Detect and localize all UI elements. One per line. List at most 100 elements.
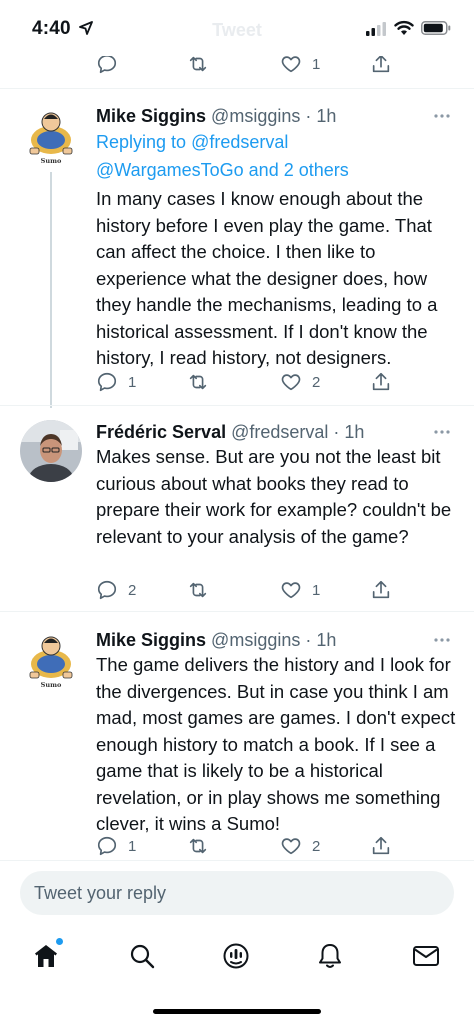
reply-icon bbox=[97, 836, 117, 856]
more-options-icon[interactable] bbox=[432, 630, 452, 650]
thread-line bbox=[50, 172, 52, 408]
tweet-text: Makes sense. But are you not the least b… bbox=[96, 446, 452, 547]
like-count: 1 bbox=[312, 581, 321, 599]
avatar[interactable] bbox=[20, 420, 82, 482]
tweet-actions: 1 2 bbox=[96, 370, 396, 394]
cellular-signal-icon bbox=[366, 22, 386, 36]
tweet-actions: 1 2 bbox=[96, 834, 396, 858]
replying-user-link[interactable]: @fredserval bbox=[191, 132, 288, 152]
tab-spaces[interactable] bbox=[216, 936, 256, 976]
notifications-icon bbox=[319, 944, 341, 968]
replying-to: Replying to @fredserval @WargamesToGo an… bbox=[96, 128, 349, 184]
tab-search[interactable] bbox=[122, 936, 162, 976]
retweet-icon bbox=[189, 838, 207, 854]
battery-icon bbox=[421, 21, 451, 35]
heart-icon bbox=[281, 374, 301, 391]
tab-messages[interactable] bbox=[406, 936, 446, 976]
tweet[interactable]: Sumo Mike Siggins @msiggins · 1h The gam… bbox=[0, 628, 474, 863]
status-bar: 4:40 Tweet bbox=[0, 0, 474, 56]
sumo-avatar-image: Sumo bbox=[20, 104, 82, 166]
heart-icon bbox=[281, 582, 301, 599]
share-button[interactable] bbox=[370, 834, 392, 858]
avatar-caption: Sumo bbox=[41, 157, 62, 165]
tweet-header: Mike Siggins @msiggins · 1h bbox=[96, 628, 336, 652]
timestamp: 1h bbox=[316, 106, 337, 126]
tweet[interactable]: Sumo Mike Siggins @msiggins · 1h Replyin… bbox=[0, 104, 474, 408]
prior-tweet-actions: 1 bbox=[0, 52, 474, 82]
user-handle[interactable]: @fredserval bbox=[231, 422, 328, 442]
separator-dot: · bbox=[328, 422, 345, 442]
home-icon bbox=[35, 945, 57, 967]
messages-icon bbox=[413, 946, 439, 966]
reply-button[interactable]: 2 bbox=[96, 578, 136, 602]
retweet-button[interactable] bbox=[186, 370, 210, 394]
more-options-icon[interactable] bbox=[432, 422, 452, 442]
share-button[interactable] bbox=[370, 578, 392, 602]
retweet-button[interactable] bbox=[186, 834, 210, 858]
more-options-icon[interactable] bbox=[432, 106, 452, 126]
reply-button[interactable]: 1 bbox=[96, 370, 136, 394]
tweet[interactable]: Frédéric Serval @fredserval · 1h Makes s… bbox=[0, 420, 474, 610]
avatar[interactable]: Sumo bbox=[20, 628, 82, 690]
avatar[interactable]: Sumo bbox=[20, 104, 82, 166]
replying-user2-link[interactable]: @WargamesToGo bbox=[96, 160, 244, 180]
reply-count: 1 bbox=[128, 373, 137, 391]
heart-icon bbox=[281, 838, 301, 855]
like-count: 2 bbox=[312, 837, 321, 855]
sumo-avatar-image: Sumo bbox=[20, 628, 82, 690]
divider bbox=[0, 88, 474, 89]
reply-icon bbox=[97, 580, 117, 600]
home-indicator bbox=[153, 1009, 321, 1014]
retweet-icon bbox=[189, 374, 207, 390]
reply-button[interactable]: 1 bbox=[96, 834, 136, 858]
share-icon bbox=[372, 580, 390, 599]
share-icon bbox=[372, 372, 390, 391]
spaces-icon bbox=[223, 943, 249, 969]
share-icon bbox=[372, 54, 390, 73]
reply-input[interactable]: Tweet your reply bbox=[20, 871, 454, 915]
replying-prefix: Replying to bbox=[96, 132, 187, 152]
retweet-icon bbox=[189, 582, 207, 598]
user-handle[interactable]: @msiggins bbox=[211, 630, 300, 650]
reply-count: 1 bbox=[128, 837, 137, 855]
tab-home[interactable] bbox=[26, 936, 66, 976]
notification-dot bbox=[56, 938, 63, 945]
avatar-caption: Sumo bbox=[41, 681, 62, 689]
tweet-header: Frédéric Serval @fredserval · 1h bbox=[96, 420, 364, 444]
reply-placeholder: Tweet your reply bbox=[34, 883, 167, 903]
tab-notifications[interactable] bbox=[310, 936, 350, 976]
divider bbox=[0, 405, 474, 406]
separator-dot: · bbox=[300, 106, 317, 126]
user-handle[interactable]: @msiggins bbox=[211, 106, 300, 126]
reply-icon bbox=[97, 54, 117, 74]
timestamp: 1h bbox=[316, 630, 337, 650]
profile-photo-image bbox=[20, 420, 82, 482]
heart-icon bbox=[281, 56, 301, 73]
like-count: 2 bbox=[312, 373, 321, 391]
display-name[interactable]: Mike Siggins bbox=[96, 630, 206, 650]
share-icon bbox=[372, 836, 390, 855]
display-name[interactable]: Frédéric Serval bbox=[96, 422, 226, 442]
display-name[interactable]: Mike Siggins bbox=[96, 106, 206, 126]
tweet-header: Mike Siggins @msiggins · 1h bbox=[96, 104, 336, 128]
tweet-text: The game delivers the history and I look… bbox=[96, 654, 456, 834]
like-button[interactable]: 1 bbox=[280, 578, 320, 602]
wifi-icon bbox=[394, 20, 414, 35]
retweet-button[interactable] bbox=[186, 578, 210, 602]
separator-dot: · bbox=[300, 630, 317, 650]
divider bbox=[0, 860, 474, 861]
like-button[interactable]: 2 bbox=[280, 834, 320, 858]
retweet-icon bbox=[189, 56, 207, 72]
tweet-text: In many cases I know enough about the hi… bbox=[96, 188, 438, 368]
like-button[interactable]: 2 bbox=[280, 370, 320, 394]
bottom-tab-bar bbox=[0, 930, 474, 980]
search-icon bbox=[130, 944, 155, 969]
divider bbox=[0, 611, 474, 612]
share-button[interactable] bbox=[370, 370, 392, 394]
replying-others-link[interactable]: and 2 others bbox=[249, 160, 349, 180]
tweet-actions: 2 1 bbox=[96, 578, 396, 602]
timestamp: 1h bbox=[344, 422, 365, 442]
reply-icon bbox=[97, 372, 117, 392]
like-count: 1 bbox=[312, 55, 321, 73]
reply-count: 2 bbox=[128, 581, 137, 599]
